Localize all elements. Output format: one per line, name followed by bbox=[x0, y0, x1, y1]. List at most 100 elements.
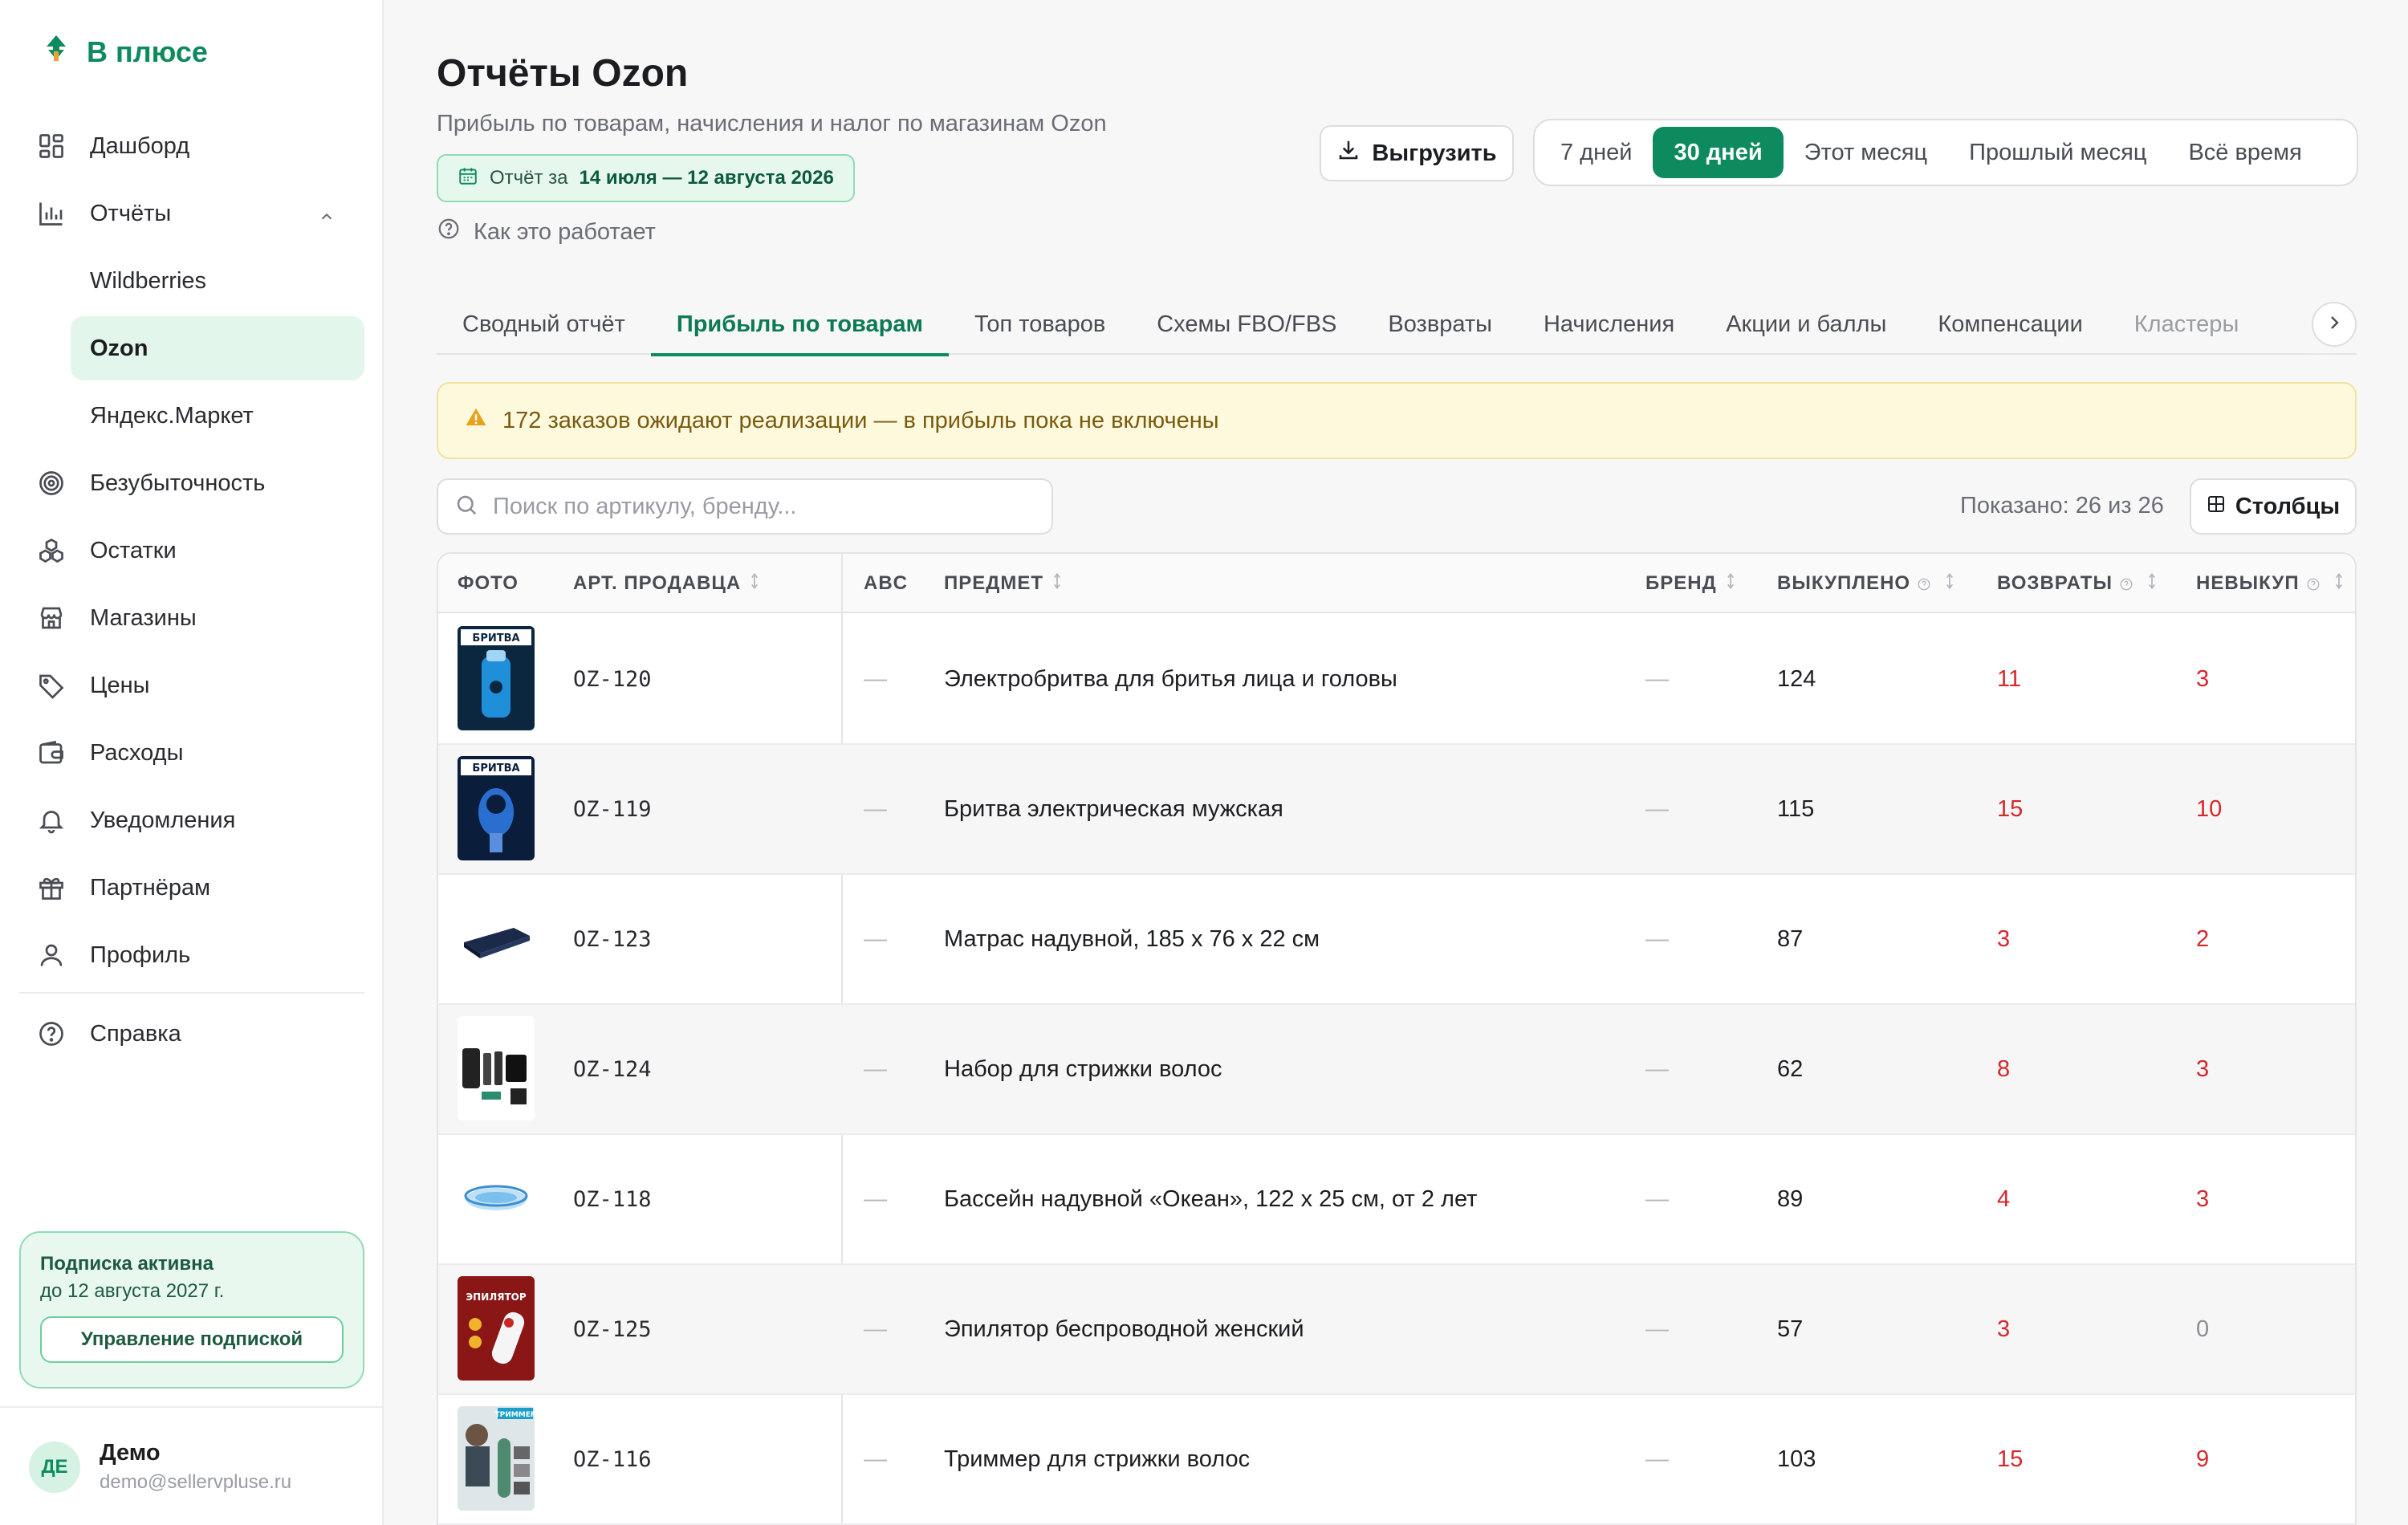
table-row[interactable]: БРИТВА OZ-120 — Электробритва для бритья… bbox=[438, 615, 2355, 745]
how-it-works-link[interactable]: Как это работает bbox=[437, 217, 656, 247]
table-row[interactable]: ЭПИЛЯТОР OZ-125 — Эпилятор беспроводной … bbox=[438, 1265, 2355, 1395]
sort-icon bbox=[747, 571, 762, 597]
header-abc: ABC bbox=[864, 554, 908, 613]
sidebar-item-profile[interactable]: Профиль bbox=[19, 923, 364, 987]
sort-icon bbox=[1723, 571, 1738, 597]
sidebar-item-breakeven[interactable]: Безубыточность bbox=[19, 451, 364, 515]
calendar-icon bbox=[458, 165, 478, 192]
sidebar-item-label: Безубыточность bbox=[90, 470, 266, 496]
table-row[interactable]: ТРИММЕР OZ-116 — Триммер для стрижки вол… bbox=[438, 1395, 2355, 1525]
period-this-month[interactable]: Этот месяц bbox=[1784, 127, 1949, 178]
brand-cell: — bbox=[1645, 1316, 1669, 1342]
sidebar-item-label: Партнёрам bbox=[90, 874, 211, 901]
table-header: ФОТО АРТ. ПРОДАВЦА ABC ПРЕДМЕТ БРЕНД ВЫК… bbox=[438, 554, 2355, 613]
brand-cell: — bbox=[1645, 1446, 1669, 1472]
header-brand[interactable]: БРЕНД bbox=[1645, 554, 1738, 613]
brand-cell: — bbox=[1645, 925, 1669, 952]
header-label: ФОТО bbox=[458, 572, 519, 594]
sidebar-item-stock[interactable]: Остатки bbox=[19, 518, 364, 583]
sidebar-item-partners[interactable]: Партнёрам bbox=[19, 856, 364, 920]
tab-summary[interactable]: Сводный отчёт bbox=[437, 294, 651, 355]
boxes-icon bbox=[37, 536, 66, 565]
product-photo[interactable]: БРИТВА bbox=[458, 626, 535, 730]
brand-cell: — bbox=[1645, 665, 1669, 692]
search-input[interactable] bbox=[493, 493, 1039, 520]
header-unbought[interactable]: НЕВЫКУП bbox=[2196, 554, 2346, 613]
logo-icon bbox=[40, 32, 72, 71]
sidebar-item-ozon[interactable]: Ozon bbox=[71, 316, 364, 380]
abc-cell: — bbox=[864, 1055, 887, 1082]
user-email: demo@sellervpluse.ru bbox=[100, 1471, 292, 1493]
header-sku[interactable]: АРТ. ПРОДАВЦА bbox=[573, 554, 762, 613]
tab-returns[interactable]: Возвраты bbox=[1362, 294, 1518, 355]
chevron-up-icon bbox=[318, 205, 336, 223]
tab-promotions[interactable]: Акции и баллы bbox=[1700, 294, 1912, 355]
sidebar-item-prices[interactable]: Цены bbox=[19, 653, 364, 718]
sidebar-item-stores[interactable]: Магазины bbox=[19, 586, 364, 650]
product-photo[interactable] bbox=[458, 1016, 535, 1120]
sort-icon bbox=[1942, 571, 1957, 597]
period-selector: 7 дней 30 дней Этот месяц Прошлый месяц … bbox=[1533, 119, 2358, 186]
columns-button[interactable]: Столбцы bbox=[2190, 478, 2357, 535]
period-7-days[interactable]: 7 дней bbox=[1540, 127, 1653, 178]
abc-cell: — bbox=[864, 925, 887, 952]
header-label: ABC bbox=[864, 572, 908, 594]
period-last-month[interactable]: Прошлый месяц bbox=[1948, 127, 2167, 178]
header-returns[interactable]: ВОЗВРАТЫ bbox=[1997, 554, 2159, 613]
page-subtitle: Прибыль по товарам, начисления и налог п… bbox=[437, 111, 1107, 136]
export-button[interactable]: Выгрузить bbox=[1320, 125, 1514, 181]
tab-accruals[interactable]: Начисления bbox=[1518, 294, 1700, 355]
period-all-time[interactable]: Всё время bbox=[2167, 127, 2322, 178]
columns-label: Столбцы bbox=[2235, 493, 2341, 519]
bought-cell: 62 bbox=[1777, 1055, 1804, 1082]
subject-cell: Бассейн надувной «Океан», 122 x 25 см, о… bbox=[944, 1185, 1478, 1212]
header-label: ВЫКУПЛЕНО bbox=[1777, 572, 1911, 594]
search-box bbox=[437, 478, 1053, 535]
product-photo[interactable]: ТРИММЕР bbox=[458, 1406, 535, 1511]
sidebar-item-dashboard[interactable]: Дашборд bbox=[19, 114, 364, 178]
dashboard-icon bbox=[37, 132, 66, 161]
header-photo: ФОТО bbox=[458, 554, 519, 613]
table-row[interactable]: БРИТВА OZ-119 — Бритва электрическая муж… bbox=[438, 745, 2355, 875]
period-30-days[interactable]: 30 дней bbox=[1653, 127, 1784, 178]
sidebar-item-wildberries[interactable]: Wildberries bbox=[71, 249, 364, 313]
sidebar-item-label: Уведомления bbox=[90, 807, 236, 833]
abc-cell: — bbox=[864, 1316, 887, 1342]
sidebar-item-help[interactable]: Справка bbox=[19, 1002, 364, 1066]
tab-compensations[interactable]: Компенсации bbox=[1912, 294, 2108, 355]
abc-cell: — bbox=[864, 665, 887, 692]
returns-cell: 3 bbox=[1997, 925, 2011, 952]
tab-product-profit[interactable]: Прибыль по товарам bbox=[650, 294, 950, 356]
tab-top-products[interactable]: Топ товаров bbox=[949, 294, 1131, 355]
product-photo[interactable] bbox=[458, 1146, 535, 1250]
product-photo[interactable] bbox=[458, 886, 535, 990]
bought-cell: 89 bbox=[1777, 1185, 1804, 1212]
unbought-cell: 2 bbox=[2196, 925, 2210, 952]
user-profile[interactable]: ДЕ Демо demo@sellervpluse.ru bbox=[29, 1440, 291, 1494]
sidebar-item-expenses[interactable]: Расходы bbox=[19, 721, 364, 785]
sidebar: В плюсе Дашборд Отчёты Wildberries Ozon … bbox=[0, 0, 384, 1525]
bought-cell: 57 bbox=[1777, 1316, 1804, 1342]
table-row[interactable]: OZ-118 — Бассейн надувной «Океан», 122 x… bbox=[438, 1135, 2355, 1265]
tag-icon bbox=[37, 671, 66, 700]
header-bought[interactable]: ВЫКУПЛЕНО bbox=[1777, 554, 1957, 613]
app-logo[interactable]: В плюсе bbox=[40, 32, 208, 71]
product-photo[interactable]: БРИТВА bbox=[458, 756, 535, 860]
sidebar-item-notifications[interactable]: Уведомления bbox=[19, 788, 364, 852]
header-subject[interactable]: ПРЕДМЕТ bbox=[944, 554, 1064, 613]
report-date-prefix: Отчёт за bbox=[490, 167, 568, 189]
sku-cell: OZ-118 bbox=[573, 1186, 652, 1212]
sku-cell: OZ-125 bbox=[573, 1316, 652, 1342]
abc-cell: — bbox=[864, 1185, 887, 1212]
tab-clusters[interactable]: Кластеры bbox=[2109, 294, 2265, 355]
table-row[interactable]: OZ-123 — Матрас надувной, 185 x 76 x 22 … bbox=[438, 875, 2355, 1005]
subject-cell: Набор для стрижки волос bbox=[944, 1055, 1222, 1082]
tab-fbo-fbs[interactable]: Схемы FBO/FBS bbox=[1131, 294, 1362, 355]
sidebar-item-yandex-market[interactable]: Яндекс.Маркет bbox=[71, 384, 364, 448]
table-row[interactable]: OZ-124 — Набор для стрижки волос — 62 8 … bbox=[438, 1005, 2355, 1135]
subject-cell: Матрас надувной, 185 x 76 x 22 см bbox=[944, 925, 1320, 952]
sidebar-item-reports[interactable]: Отчёты bbox=[19, 181, 364, 246]
tabs-scroll-right-button[interactable] bbox=[2312, 302, 2357, 347]
manage-subscription-button[interactable]: Управление подпиской bbox=[40, 1316, 344, 1363]
product-photo[interactable]: ЭПИЛЯТОР bbox=[458, 1276, 535, 1381]
